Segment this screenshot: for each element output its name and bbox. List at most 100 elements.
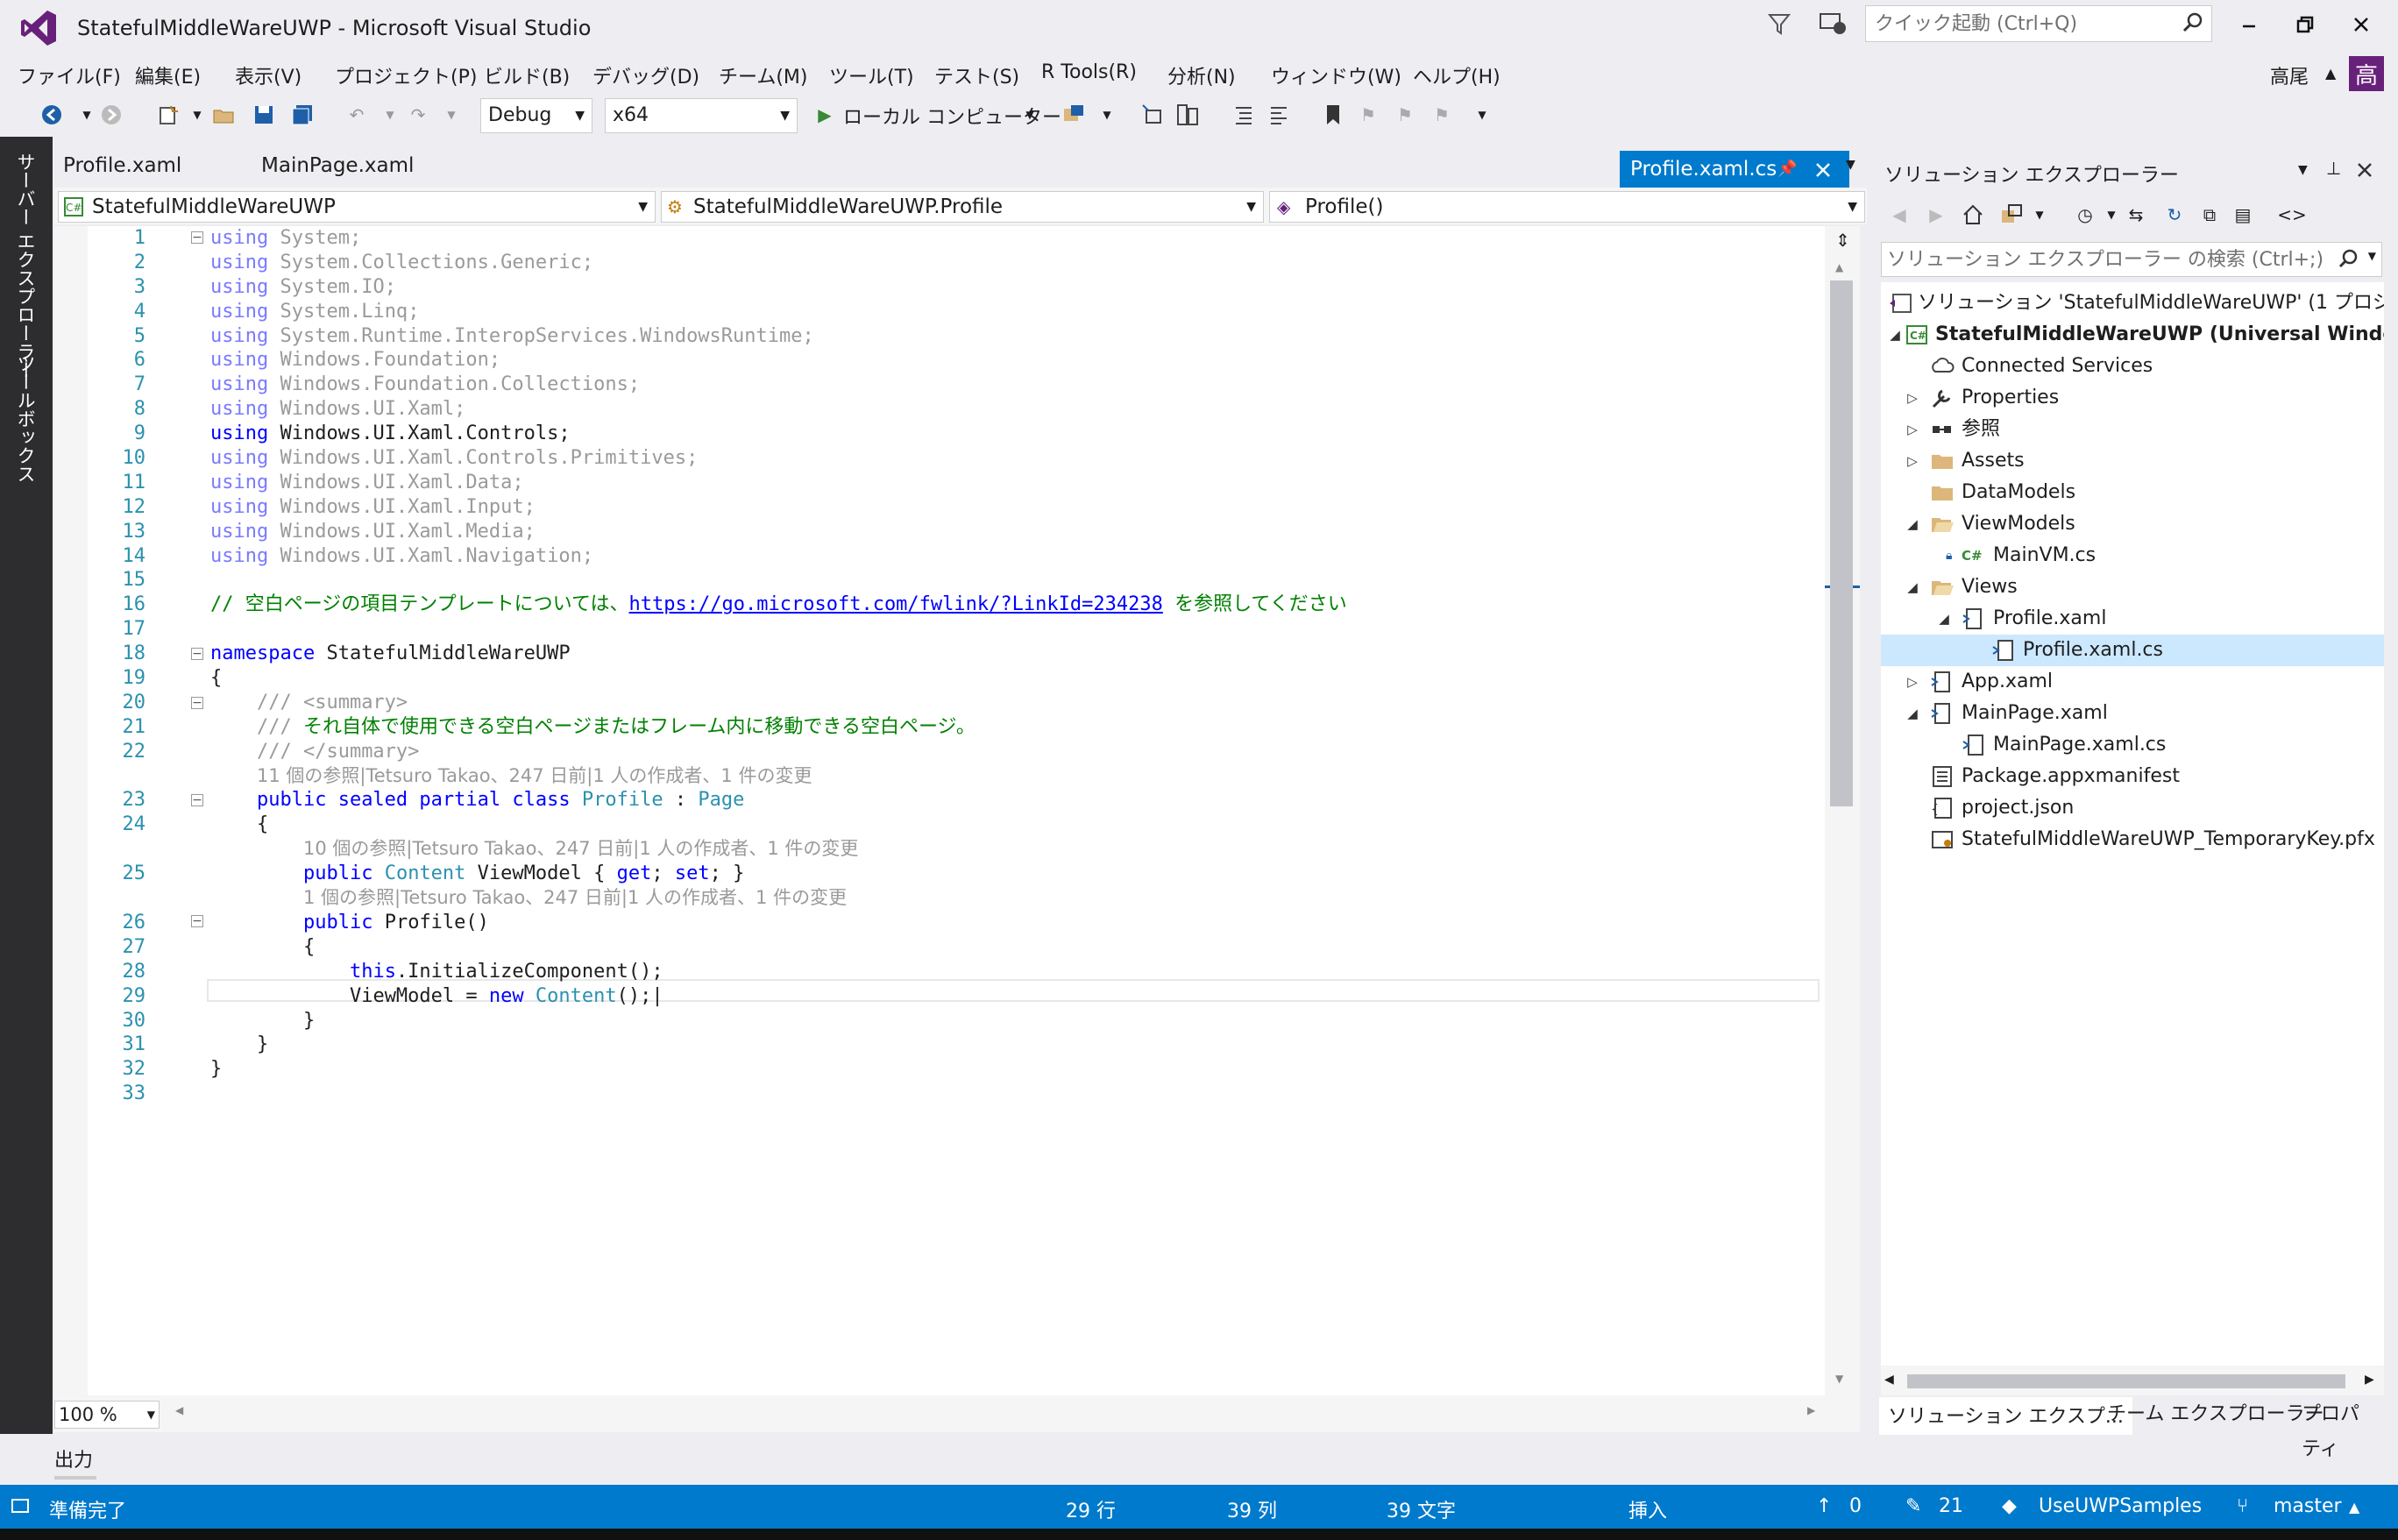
menu-rtools[interactable]: R Tools(R) [1041, 61, 1137, 83]
class-dropdown[interactable]: ⚙ StatefulMiddleWareUWP.Profile ▼ [661, 191, 1264, 223]
redo-icon[interactable]: ↷ [405, 102, 431, 128]
back-dropdown-icon[interactable]: ▼ [74, 102, 100, 128]
save-all-icon[interactable] [289, 102, 316, 128]
undo-dropdown-icon[interactable]: ▼ [377, 102, 403, 128]
repository-name[interactable]: UseUWPSamples [2039, 1495, 2202, 1517]
fold-toggle-icon[interactable]: − [191, 697, 203, 709]
bookmark-icon[interactable] [1320, 102, 1346, 128]
chevron-up-icon[interactable]: ▲ [2349, 1499, 2359, 1515]
solution-tree[interactable]: ソリューション 'StatefulMiddleWareUWP' (1 プロジェク… [1881, 282, 2384, 1369]
scroll-left-icon[interactable]: ◀ [1884, 1373, 1894, 1387]
collapsed-icon[interactable]: ▷ [1904, 382, 1921, 414]
save-icon[interactable] [251, 102, 277, 128]
menu-analyze[interactable]: 分析(N) [1167, 61, 1236, 89]
expanded-icon[interactable]: ◢ [1886, 319, 1904, 351]
menu-view[interactable]: 表示(V) [235, 61, 302, 89]
tree-item-package-appxmanifest[interactable]: Package.appxmanifest [1881, 761, 2384, 792]
solution-search-input[interactable] [1882, 243, 2327, 276]
expanded-icon[interactable]: ◢ [1904, 698, 1921, 729]
fold-toggle-icon[interactable]: − [191, 648, 203, 660]
sync-icon[interactable]: ⇆ [2123, 202, 2149, 228]
menu-team[interactable]: チーム(M) [719, 61, 808, 89]
scroll-down-icon[interactable]: ▼ [1835, 1373, 1843, 1385]
browser-link-icon[interactable] [1061, 102, 1087, 128]
tree-item-mainvm-cs[interactable]: 🔒︎ C# MainVM.cs [1881, 540, 2384, 571]
chevron-down-icon[interactable]: ▼ [2368, 250, 2376, 262]
pencil-icon[interactable]: ✎ [1905, 1495, 1921, 1517]
code-view-icon[interactable]: <> [2277, 202, 2307, 228]
tree-item-temporary-key[interactable]: StatefulMiddleWareUWP_TemporaryKey.pfx [1881, 824, 2384, 855]
clear-bookmarks-icon[interactable]: ⚑ [1429, 102, 1455, 128]
chevron-down-icon[interactable]: ▲ [2325, 65, 2336, 82]
configuration-dropdown[interactable]: Debug ▼ [480, 98, 592, 133]
code-lines[interactable]: using System; using System.Collections.G… [210, 226, 1347, 1106]
menu-file[interactable]: ファイル(F) [18, 61, 121, 89]
tree-item-solution[interactable]: ソリューション 'StatefulMiddleWareUWP' (1 プロジェク… [1881, 287, 2384, 319]
horizontal-scrollbar[interactable]: ◀ ▶ [54, 1395, 1860, 1432]
unpublished-commits-count[interactable]: 0 [1849, 1495, 1862, 1517]
new-dropdown-icon[interactable]: ▼ [184, 102, 210, 128]
new-project-icon[interactable] [154, 102, 181, 128]
platform-dropdown[interactable]: x64 ▼ [605, 98, 798, 133]
scroll-right-icon[interactable]: ▶ [2365, 1373, 2374, 1387]
codelens-references[interactable]: 11 個の参照|Tetsuro Takao、247 日前|1 人の作成者、1 件… [257, 765, 812, 786]
tab-profile-xaml[interactable]: Profile.xaml [54, 149, 247, 184]
tab-properties[interactable]: プロパティ [2293, 1397, 2384, 1460]
pending-changes-icon[interactable]: ◷ [2072, 202, 2098, 228]
menu-debug[interactable]: デバッグ(D) [592, 61, 699, 89]
comment-link[interactable]: https://go.microsoft.com/fwlink/?LinkId=… [629, 593, 1163, 615]
codelens-references[interactable]: 1 個の参照|Tetsuro Takao、247 日前|1 人の作成者、1 件の… [303, 887, 847, 908]
refresh-icon[interactable]: ↻ [2161, 202, 2188, 228]
minimize-button[interactable] [2223, 5, 2275, 44]
codelens-references[interactable]: 10 個の参照|Tetsuro Takao、247 日前|1 人の作成者、1 件… [303, 838, 858, 859]
tab-mainpage-xaml[interactable]: MainPage.xaml [252, 149, 480, 184]
collapsed-icon[interactable]: ▷ [1904, 666, 1921, 698]
show-all-files-icon[interactable]: ▤ [2230, 202, 2256, 228]
run-target-label[interactable]: ローカル コンピューター [843, 102, 1061, 130]
fold-toggle-icon[interactable]: − [191, 794, 203, 806]
tab-profile-xaml-cs[interactable]: Profile.xaml.cs 📌 [1620, 151, 1849, 191]
open-folder-icon[interactable] [210, 102, 237, 128]
next-bookmark-icon[interactable]: ⚑ [1392, 102, 1418, 128]
user-name[interactable]: 高尾 [2270, 61, 2309, 89]
solution-horizontal-scrollbar[interactable]: ◀ ▶ [1881, 1366, 2384, 1395]
menu-edit[interactable]: 編集(E) [135, 61, 201, 89]
tree-item-viewmodels[interactable]: ◢ ViewModels [1881, 508, 2384, 540]
undo-icon[interactable]: ↶ [344, 102, 370, 128]
close-icon[interactable] [1814, 161, 1832, 179]
collapsed-icon[interactable]: ▷ [1904, 414, 1921, 445]
menu-window[interactable]: ウィンドウ(W) [1271, 61, 1401, 89]
back-icon[interactable] [39, 102, 65, 128]
quick-launch-box[interactable] [1865, 5, 2212, 42]
search-icon[interactable] [2338, 248, 2359, 269]
pending-changes-count[interactable]: 21 [1939, 1495, 1963, 1517]
menu-build[interactable]: ビルド(B) [484, 61, 570, 89]
run-icon[interactable]: ▶ [812, 102, 838, 128]
avatar[interactable]: 高 [2349, 56, 2384, 91]
collapsed-icon[interactable]: ▷ [1904, 445, 1921, 477]
menu-tools[interactable]: ツール(T) [829, 61, 914, 89]
step-icon[interactable] [1139, 102, 1166, 128]
tree-item-profile-xaml[interactable]: ◢ Profile.xaml [1881, 603, 2384, 635]
scroll-thumb[interactable] [1907, 1374, 2345, 1388]
chevron-down-icon[interactable]: ▼ [2026, 202, 2053, 228]
tree-item-mainpage-xaml[interactable]: ◢ MainPage.xaml [1881, 698, 2384, 729]
tree-item-profile-xaml-cs[interactable]: Profile.xaml.cs [1881, 635, 2384, 666]
back-icon[interactable]: ◀ [1886, 202, 1912, 228]
toggle-designer-icon[interactable] [1174, 102, 1201, 128]
tree-item-mainpage-xaml-cs[interactable]: MainPage.xaml.cs [1881, 729, 2384, 761]
push-arrow-icon[interactable]: ↑ [1816, 1495, 1832, 1517]
server-explorer-tab[interactable]: サーバー エクスプローラー [12, 153, 39, 380]
tree-item-assets[interactable]: ▷ Assets [1881, 445, 2384, 477]
filter-icon[interactable] [1766, 11, 1792, 37]
chevron-down-icon[interactable]: ▼ [2298, 163, 2308, 177]
member-dropdown[interactable]: ◈ Profile() ▼ [1269, 191, 1865, 223]
tree-item-references[interactable]: ▷ 参照 [1881, 414, 2384, 445]
close-icon[interactable] [2356, 161, 2373, 179]
tree-item-app-xaml[interactable]: ▷ App.xaml [1881, 666, 2384, 698]
tree-item-connected-services[interactable]: Connected Services [1881, 351, 2384, 382]
comment-out-icon[interactable] [1231, 102, 1257, 128]
expanded-icon[interactable]: ◢ [1935, 603, 1953, 635]
forward-icon[interactable] [98, 102, 124, 128]
uncomment-icon[interactable] [1266, 102, 1292, 128]
